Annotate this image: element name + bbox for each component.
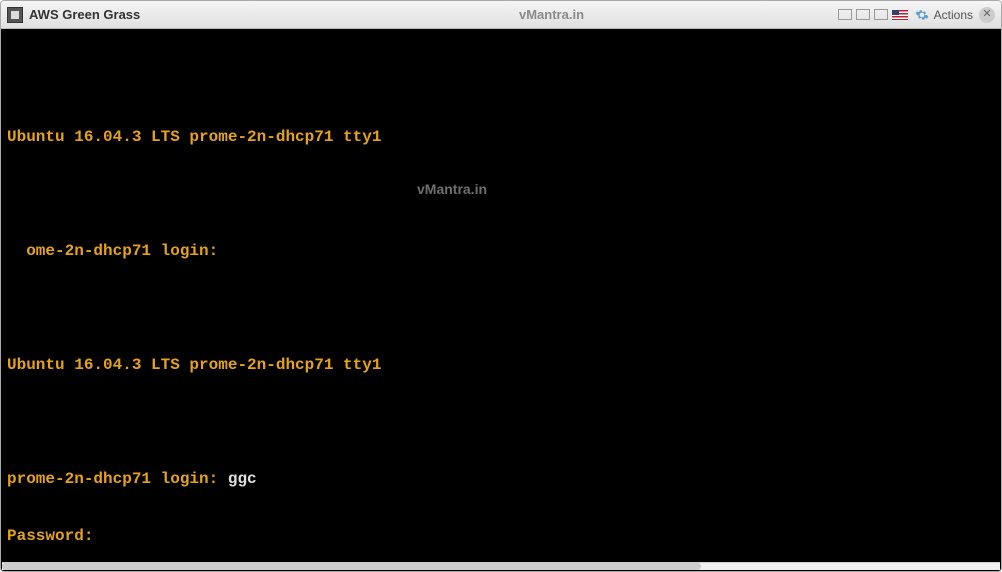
login-line: prome-2n-dhcp71 login: ggc xyxy=(7,470,995,489)
horizontal-scrollbar[interactable] xyxy=(2,562,1000,570)
blank-line xyxy=(7,185,995,204)
window-title: AWS Green Grass xyxy=(29,7,140,22)
terminal[interactable]: Ubuntu 16.04.3 LTS prome-2n-dhcp71 tty1 … xyxy=(1,29,1001,571)
titlebar: AWS Green Grass vMantra.in Actions ✕ xyxy=(1,1,1001,29)
boot-banner: Ubuntu 16.04.3 LTS prome-2n-dhcp71 tty1 xyxy=(7,128,995,147)
boot-banner: Ubuntu 16.04.3 LTS prome-2n-dhcp71 tty1 xyxy=(7,356,995,375)
login-user-input: ggc xyxy=(228,470,257,488)
blank-line xyxy=(7,299,995,318)
window: AWS Green Grass vMantra.in Actions ✕ Ubu… xyxy=(0,0,1002,572)
layout-icon-2[interactable] xyxy=(856,9,870,20)
layout-icon-1[interactable] xyxy=(838,9,852,20)
titlebar-watermark: vMantra.in xyxy=(519,7,584,22)
blank-line xyxy=(7,71,995,90)
password-label: Password: xyxy=(7,527,995,546)
login-prompt-text: prome-2n-dhcp71 login: xyxy=(7,470,228,488)
keyboard-flag-icon[interactable] xyxy=(892,10,908,20)
app-icon xyxy=(7,7,23,23)
titlebar-right: Actions ✕ xyxy=(838,5,995,25)
layout-icon-3[interactable] xyxy=(874,9,888,20)
login-prompt: ome-2n-dhcp71 login: xyxy=(7,242,995,261)
gear-icon xyxy=(914,7,930,23)
close-button[interactable]: ✕ xyxy=(979,7,995,23)
blank-line xyxy=(7,413,995,432)
scrollbar-thumb[interactable] xyxy=(2,563,701,570)
actions-label: Actions xyxy=(934,8,973,22)
actions-button[interactable]: Actions xyxy=(912,5,975,25)
